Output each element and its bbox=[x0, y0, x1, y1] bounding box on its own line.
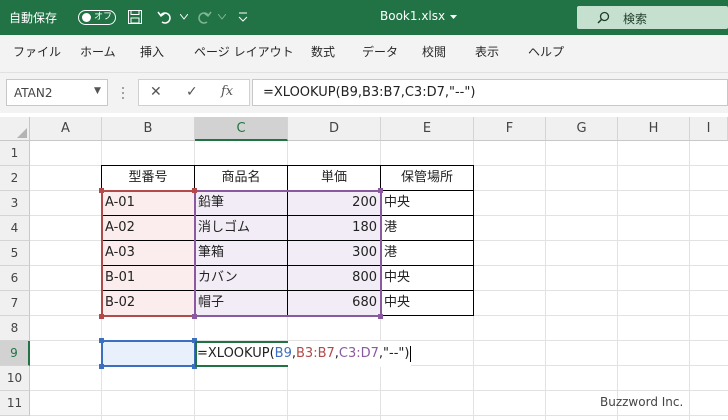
text-cursor bbox=[410, 345, 412, 362]
table-header-cell[interactable]: 型番号 bbox=[101, 165, 195, 191]
range-b3-b7-border bbox=[101, 190, 196, 317]
redo-icon[interactable] bbox=[196, 9, 212, 25]
row-header-8[interactable]: 8 bbox=[0, 316, 30, 341]
undo-dropdown-icon[interactable] bbox=[180, 14, 188, 20]
search-icon bbox=[597, 11, 610, 24]
file-name[interactable]: Book1.xlsx bbox=[380, 9, 445, 23]
customize-toolbar-icon[interactable] bbox=[238, 11, 248, 23]
formula-bar: ATAN2 ▼ ✕ ✓ fx =XLOOKUP(B9,B3:B7,C3:D7,"… bbox=[0, 73, 728, 113]
range-handle[interactable] bbox=[99, 364, 104, 369]
title-bar: 自動保存 オフ Book1.xlsx 検索 bbox=[0, 0, 728, 35]
autosave-toggle[interactable]: オフ bbox=[78, 10, 116, 25]
row-header-4[interactable]: 4 bbox=[0, 216, 30, 241]
watermark: Buzzword Inc. bbox=[600, 395, 684, 409]
enter-icon[interactable]: ✓ bbox=[186, 84, 198, 100]
table-header-cell[interactable]: 商品名 bbox=[194, 165, 288, 191]
formula-ref-c3-d7: C3:D7 bbox=[338, 346, 379, 361]
name-box-value: ATAN2 bbox=[14, 86, 53, 100]
name-box[interactable]: ATAN2 ▼ bbox=[6, 79, 108, 106]
gridline bbox=[617, 141, 618, 420]
row-header-1[interactable]: 1 bbox=[0, 141, 30, 166]
col-header-b[interactable]: B bbox=[102, 117, 195, 141]
formula-ref-b3-b7: B3:B7 bbox=[296, 346, 335, 361]
menu-file[interactable]: ファイル bbox=[13, 43, 61, 60]
col-header-a[interactable]: A bbox=[30, 117, 102, 141]
formula-input[interactable]: =XLOOKUP(B9,B3:B7,C3:D7,"--") bbox=[252, 79, 728, 106]
formula-prefix: =XLOOKUP( bbox=[197, 346, 275, 361]
table-header-cell[interactable]: 保管場所 bbox=[380, 165, 474, 191]
row-header-3[interactable]: 3 bbox=[0, 191, 30, 216]
range-handle[interactable] bbox=[378, 314, 383, 319]
range-handle[interactable] bbox=[378, 188, 383, 193]
menu-help[interactable]: ヘルプ bbox=[528, 43, 564, 60]
col-header-g[interactable]: G bbox=[546, 117, 618, 141]
redo-dropdown-icon[interactable] bbox=[218, 14, 226, 20]
ribbon-divider bbox=[0, 65, 728, 73]
autosave-state: オフ bbox=[94, 12, 113, 22]
cell-c9-editor[interactable]: =XLOOKUP(B9,B3:B7,C3:D7,"--") bbox=[195, 341, 412, 367]
range-b9-border bbox=[101, 340, 196, 367]
menu-data[interactable]: データ bbox=[362, 43, 398, 60]
range-c3-d7-border bbox=[194, 190, 382, 317]
table-cell[interactable]: 港 bbox=[380, 215, 474, 241]
col-header-f[interactable]: F bbox=[474, 117, 546, 141]
select-all-corner[interactable] bbox=[0, 117, 30, 141]
save-icon[interactable] bbox=[128, 10, 142, 24]
range-handle[interactable] bbox=[99, 314, 104, 319]
cancel-icon[interactable]: ✕ bbox=[150, 84, 162, 100]
search-box[interactable]: 検索 bbox=[577, 6, 728, 29]
autosave-label: 自動保存 bbox=[9, 11, 58, 25]
row-header-7[interactable]: 7 bbox=[0, 291, 30, 316]
row-header-5[interactable]: 5 bbox=[0, 241, 30, 266]
col-header-e[interactable]: E bbox=[381, 117, 474, 141]
formula-text: =XLOOKUP(B9,B3:B7,C3:D7,"--") bbox=[263, 85, 476, 100]
col-header-c[interactable]: C bbox=[195, 117, 288, 141]
gridline bbox=[30, 390, 728, 391]
gridline bbox=[689, 141, 690, 420]
table-cell[interactable]: 港 bbox=[380, 240, 474, 266]
range-handle[interactable] bbox=[99, 188, 104, 193]
row-header-6[interactable]: 6 bbox=[0, 266, 30, 291]
col-header-h[interactable]: H bbox=[618, 117, 690, 141]
table-cell[interactable]: 中央 bbox=[380, 265, 474, 291]
table-header-cell[interactable]: 単価 bbox=[287, 165, 381, 191]
menu-review[interactable]: 校閲 bbox=[422, 43, 446, 60]
table-cell[interactable]: 中央 bbox=[380, 290, 474, 316]
table-cell[interactable]: 中央 bbox=[380, 190, 474, 216]
insert-function-icon[interactable]: fx bbox=[221, 84, 233, 99]
range-handle[interactable] bbox=[192, 314, 197, 319]
formula-ref-b9: B9 bbox=[274, 346, 292, 361]
menu-bar: ファイル ホーム 挿入 ページ レイアウト 数式 データ 校閲 表示 ヘルプ bbox=[0, 35, 728, 65]
range-handle[interactable] bbox=[192, 188, 197, 193]
formula-suffix: ,"--") bbox=[378, 346, 410, 361]
filename-dropdown-icon[interactable] bbox=[450, 15, 457, 20]
col-header-d[interactable]: D bbox=[288, 117, 381, 141]
row-header-9[interactable]: 9 bbox=[0, 341, 30, 366]
search-label: 検索 bbox=[623, 12, 648, 26]
undo-icon[interactable] bbox=[157, 9, 173, 25]
col-header-i[interactable]: I bbox=[690, 117, 728, 141]
row-header-10[interactable]: 10 bbox=[0, 366, 30, 391]
menu-page-layout[interactable]: ページ レイアウト bbox=[194, 43, 294, 60]
menu-insert[interactable]: 挿入 bbox=[140, 43, 164, 60]
gridline bbox=[30, 415, 728, 416]
name-box-dropdown-icon[interactable]: ▼ bbox=[94, 86, 101, 96]
drag-handle-icon[interactable] bbox=[121, 86, 125, 100]
menu-view[interactable]: 表示 bbox=[475, 43, 499, 60]
menu-home[interactable]: ホーム bbox=[80, 43, 116, 60]
formula-buttons: ✕ ✓ fx bbox=[138, 79, 250, 106]
menu-formulas[interactable]: 数式 bbox=[311, 43, 335, 60]
row-header-11[interactable]: 11 bbox=[0, 391, 30, 416]
row-header-2[interactable]: 2 bbox=[0, 166, 30, 191]
gridline bbox=[545, 141, 546, 420]
range-handle[interactable] bbox=[99, 338, 104, 343]
